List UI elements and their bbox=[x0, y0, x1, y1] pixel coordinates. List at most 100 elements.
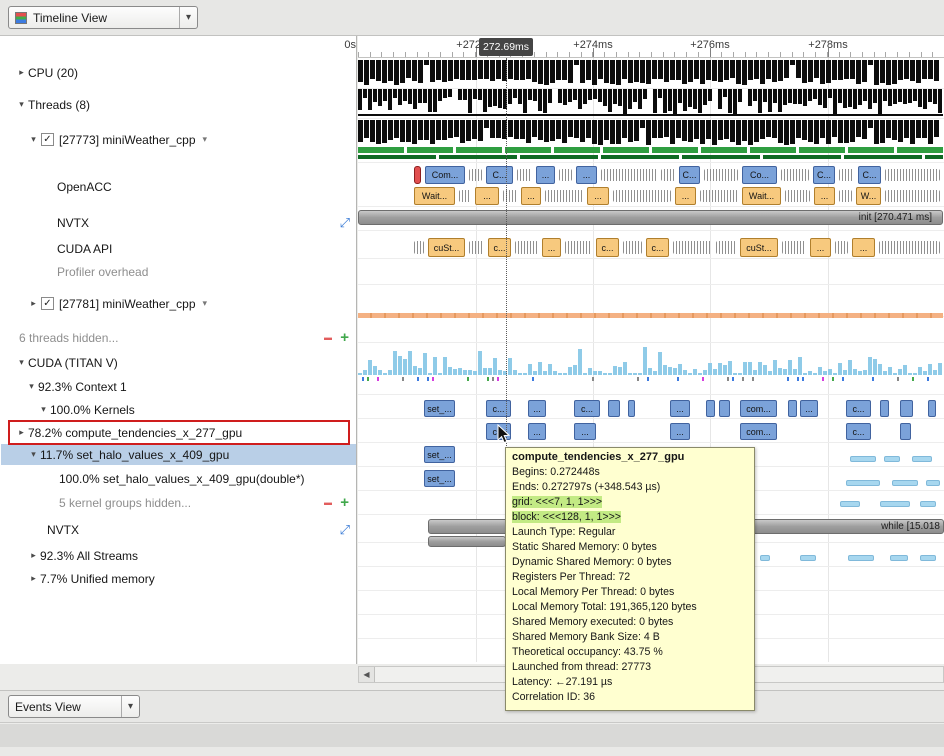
timeline-event[interactable] bbox=[848, 555, 874, 561]
expand-row-icon[interactable]: ⤢ bbox=[340, 522, 350, 538]
restore-rows-button[interactable]: + bbox=[340, 329, 349, 346]
tree-item[interactable]: ▾92.3% Context 1 bbox=[1, 376, 356, 397]
timeline-event[interactable]: cuSt... bbox=[740, 238, 778, 257]
timeline-event[interactable] bbox=[781, 169, 809, 181]
nvtx-range-bar[interactable]: init [270.471 ms] bbox=[358, 210, 943, 225]
timeline-event[interactable] bbox=[920, 501, 936, 507]
tree-item[interactable]: ▸92.3% All Streams bbox=[1, 545, 356, 566]
timeline-event[interactable] bbox=[885, 169, 940, 181]
process-options-caret-icon[interactable]: ▾ bbox=[203, 134, 208, 145]
timeline-event[interactable]: ... bbox=[675, 187, 696, 205]
timeline-event[interactable]: cuSt... bbox=[428, 238, 465, 257]
timeline-event[interactable] bbox=[608, 400, 620, 417]
scroll-left-button[interactable]: ◀ bbox=[359, 667, 375, 682]
timeline-event[interactable]: c... bbox=[646, 238, 669, 257]
tree-item[interactable]: ▾Threads (8) bbox=[1, 94, 356, 115]
timeline-event[interactable] bbox=[788, 400, 797, 417]
timeline-event[interactable] bbox=[515, 241, 538, 254]
tree-item[interactable]: 6 threads hidden...▬+ bbox=[1, 327, 356, 348]
timeline-event[interactable] bbox=[517, 169, 532, 181]
timeline-event[interactable] bbox=[839, 169, 854, 181]
tree-item[interactable]: NVTX⤢ bbox=[1, 212, 356, 233]
timeline-event[interactable] bbox=[785, 190, 810, 202]
tree-item[interactable]: ▾CUDA (TITAN V) bbox=[1, 352, 356, 373]
timeline-event[interactable] bbox=[704, 169, 738, 181]
cuda-activity-chart[interactable] bbox=[358, 344, 943, 375]
tree-collapsed-arrow-icon[interactable]: ▸ bbox=[15, 67, 28, 78]
timeline-event[interactable] bbox=[469, 241, 484, 254]
timeline-event[interactable]: set_... bbox=[424, 446, 455, 463]
timeline-event[interactable]: set_... bbox=[424, 470, 455, 487]
tree-item[interactable]: OpenACC bbox=[1, 176, 356, 197]
timeline-event[interactable]: c... bbox=[596, 238, 619, 257]
timeline-event[interactable] bbox=[613, 190, 671, 202]
tree-item[interactable]: ▾✓[27773] miniWeather_cpp▾ bbox=[1, 129, 356, 150]
timeline-event[interactable] bbox=[900, 400, 913, 417]
tree-item[interactable]: ▸7.7% Unified memory bbox=[1, 568, 356, 589]
timeline-event[interactable] bbox=[719, 400, 730, 417]
row-visibility-checkbox[interactable]: ✓ bbox=[41, 133, 54, 146]
process-activity-chart[interactable] bbox=[358, 120, 943, 145]
tree-collapsed-arrow-icon[interactable]: ▸ bbox=[27, 550, 40, 561]
restore-rows-button[interactable]: + bbox=[340, 494, 349, 511]
timeline-event[interactable]: ... bbox=[528, 400, 546, 417]
tree-expanded-arrow-icon[interactable]: ▾ bbox=[25, 381, 38, 392]
tree-item[interactable]: 5 kernel groups hidden...▬+ bbox=[1, 492, 356, 513]
nvtx-range-bar[interactable] bbox=[428, 536, 506, 547]
timeline-event[interactable]: c... bbox=[486, 400, 511, 417]
timeline-event[interactable]: com... bbox=[740, 423, 777, 440]
timeline-event[interactable]: ... bbox=[810, 238, 831, 257]
timeline-event[interactable] bbox=[760, 555, 770, 561]
timeline-event[interactable] bbox=[414, 241, 424, 254]
timeline-event[interactable]: ... bbox=[528, 423, 546, 440]
tree-expanded-arrow-icon[interactable]: ▾ bbox=[37, 404, 50, 415]
expand-row-icon[interactable]: ⤢ bbox=[340, 215, 350, 231]
tree-item[interactable]: ▸CPU (20) bbox=[1, 62, 356, 83]
timeline-event[interactable] bbox=[892, 480, 918, 486]
timeline-event[interactable]: C... bbox=[679, 166, 700, 184]
timeline-event[interactable]: C... bbox=[858, 166, 881, 184]
timeline-event[interactable]: c... bbox=[574, 400, 600, 417]
tree-collapsed-arrow-icon[interactable]: ▸ bbox=[27, 573, 40, 584]
timeline-event[interactable]: ... bbox=[542, 238, 561, 257]
timeline-event[interactable] bbox=[800, 555, 816, 561]
timeline-event[interactable] bbox=[835, 241, 848, 254]
timeline-event[interactable]: ... bbox=[574, 423, 596, 440]
tree-item[interactable]: ▸✓[27781] miniWeather_cpp▾ bbox=[1, 293, 356, 314]
timeline-event[interactable]: set_... bbox=[424, 400, 455, 417]
tree-expanded-arrow-icon[interactable]: ▾ bbox=[27, 134, 40, 145]
timeline-event[interactable]: C... bbox=[813, 166, 835, 184]
timeline-event[interactable]: ... bbox=[670, 423, 690, 440]
tree-collapsed-arrow-icon[interactable]: ▸ bbox=[27, 298, 40, 309]
timeline-event[interactable]: ... bbox=[800, 400, 818, 417]
timeline-event[interactable]: ... bbox=[576, 166, 597, 184]
timeline-event[interactable]: c... bbox=[846, 400, 871, 417]
timeline-event[interactable] bbox=[565, 241, 592, 254]
timeline-event[interactable] bbox=[414, 166, 421, 184]
timeline-event[interactable]: Wait... bbox=[414, 187, 455, 205]
timeline-event[interactable]: Com... bbox=[425, 166, 465, 184]
timeline-event[interactable]: Wait... bbox=[742, 187, 781, 205]
timeline-event[interactable] bbox=[706, 400, 715, 417]
timeline-event[interactable]: ... bbox=[852, 238, 875, 257]
timeline-event[interactable] bbox=[601, 169, 657, 181]
timeline-event[interactable]: C... bbox=[486, 166, 513, 184]
timeline-event[interactable] bbox=[459, 190, 471, 202]
timeline-event[interactable]: c... bbox=[488, 238, 511, 257]
timeline-event[interactable] bbox=[846, 480, 880, 486]
timeline-event[interactable]: c... bbox=[846, 423, 871, 440]
timeline-event[interactable]: com... bbox=[740, 400, 777, 417]
tree-item[interactable]: 100.0% set_halo_values_x_409_gpu(double*… bbox=[1, 468, 356, 489]
timeline-event[interactable]: ... bbox=[814, 187, 835, 205]
timeline-event[interactable] bbox=[912, 456, 932, 462]
timeline-event[interactable]: ... bbox=[587, 187, 609, 205]
timeline-event[interactable] bbox=[880, 501, 910, 507]
process-options-caret-icon[interactable]: ▾ bbox=[203, 298, 208, 309]
cpu-utilization-chart[interactable] bbox=[358, 60, 943, 85]
timeline-event[interactable] bbox=[840, 501, 860, 507]
remove-filter-button[interactable]: ▬ bbox=[324, 333, 332, 342]
timeline-event[interactable] bbox=[469, 169, 482, 181]
timeline-event[interactable] bbox=[928, 400, 936, 417]
tree-item[interactable]: ▾11.7% set_halo_values_x_409_gpu bbox=[1, 444, 356, 465]
timeline-event[interactable]: ... bbox=[536, 166, 555, 184]
